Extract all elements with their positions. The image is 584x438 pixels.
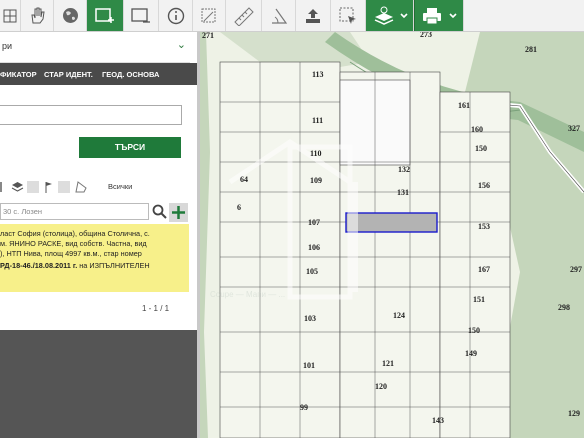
parcel-label: 64 <box>240 175 248 184</box>
grid-tool-button[interactable] <box>0 0 21 31</box>
window-icon <box>131 7 150 23</box>
parcel-label: 156 <box>478 181 490 190</box>
parcel-label: 297 <box>570 265 582 274</box>
measure-angle-icon <box>271 8 287 24</box>
panel-footer <box>0 330 197 438</box>
pagination: 1 - 1 / 1 <box>142 304 170 313</box>
search-tabs: ФИКАТОР СТАР ИДЕНТ. ГЕОД. ОСНОВА <box>0 63 197 85</box>
search-button[interactable]: ТЪРСИ <box>79 137 181 158</box>
parcel-label: 131 <box>397 188 409 197</box>
upload-tool-button[interactable] <box>296 0 331 31</box>
measure-area-tool-button[interactable] <box>193 0 226 31</box>
result-line-2: м. ЯНИНО РАСКЕ, вид собств. Частна, вид <box>0 239 147 248</box>
print-menu-button[interactable] <box>414 0 464 31</box>
parcel-label: 99 <box>300 403 308 412</box>
parcel-label: 273 <box>420 32 432 39</box>
parcel-label: 109 <box>310 176 322 185</box>
result-search-field[interactable]: 30 с. Лозен <box>0 203 149 220</box>
search-result-card[interactable]: ласт София (столица), община Столична, с… <box>0 224 189 292</box>
search-type-dropdown[interactable]: ри ⌄ <box>0 32 190 63</box>
polygon-filter-icon[interactable] <box>74 180 88 194</box>
parcel-label: 6 <box>237 203 241 212</box>
ruler-tool-button[interactable] <box>226 0 262 31</box>
parcel-label: 298 <box>558 303 570 312</box>
watermark-text: Coupe — Мапи — ... <box>210 290 285 299</box>
parcel-label: 149 <box>465 349 477 358</box>
result-order-number: РД-18-46./18.08.2011 г. <box>0 261 78 270</box>
parcel-label: 150 <box>468 326 480 335</box>
result-line-3: ), НТП Нива, площ 4997 кв.м., стар номер <box>0 249 142 258</box>
grid-icon <box>3 9 17 22</box>
measure-area-icon <box>201 8 216 22</box>
globe-tool-button[interactable] <box>54 0 87 31</box>
info-tool-button[interactable] <box>159 0 193 31</box>
hand-pan-icon <box>31 7 45 23</box>
parcel-label: 107 <box>308 218 320 227</box>
filter-square-icon[interactable] <box>27 181 39 193</box>
parcel-label: 129 <box>568 409 580 418</box>
result-order-line: РД-18-46./18.08.2011 г. на ИЗПЪЛНИТЕЛЕН <box>0 261 150 271</box>
parcel-label: 281 <box>525 45 537 54</box>
parcel-label: 120 <box>375 382 387 391</box>
info-icon <box>167 7 184 24</box>
select-icon <box>339 7 356 24</box>
map-canvas[interactable]: Coupe — Мапи — ... 271 273 281 113 161 3… <box>200 32 584 438</box>
upload-icon <box>306 8 320 23</box>
add-area-icon <box>95 7 114 23</box>
angle-tool-button[interactable] <box>262 0 296 31</box>
parcel-label: 327 <box>568 124 580 133</box>
filter-all-label[interactable]: Всички <box>108 182 132 191</box>
parcel-label: 167 <box>478 265 490 274</box>
search-panel: ри ⌄ ФИКАТОР СТАР ИДЕНТ. ГЕОД. ОСНОВА ТЪ… <box>0 32 197 438</box>
layers-filter-icon[interactable] <box>11 180 24 193</box>
parcel-label: 150 <box>475 144 487 153</box>
parcel-label: 106 <box>308 243 320 252</box>
parcel-label: 121 <box>382 359 394 368</box>
tab-geodetic-base[interactable]: ГЕОД. ОСНОВА <box>102 70 159 79</box>
parcel-label: 271 <box>202 32 214 40</box>
parcel-label: 101 <box>303 361 315 370</box>
parcel-label: 103 <box>304 314 316 323</box>
parcel-label: 151 <box>473 295 485 304</box>
parcel-label: 160 <box>471 125 483 134</box>
window-tool-button[interactable] <box>124 0 159 31</box>
filter-row: Всички <box>0 179 197 195</box>
search-input[interactable] <box>0 105 182 125</box>
layers-menu-button[interactable] <box>366 0 414 31</box>
filter-square-2-icon[interactable] <box>58 181 70 193</box>
search-icon[interactable] <box>152 204 167 219</box>
add-area-tool-button[interactable] <box>87 0 124 31</box>
flag-filter-icon[interactable] <box>43 180 55 194</box>
add-result-button[interactable] <box>169 203 188 222</box>
ruler-icon <box>233 6 254 26</box>
globe-icon <box>62 8 78 23</box>
result-order-rest: на ИЗПЪЛНИТЕЛЕН <box>77 261 150 270</box>
pan-tool-button[interactable] <box>21 0 54 31</box>
parcel-label: 143 <box>432 416 444 425</box>
parcel-label: 110 <box>310 149 322 158</box>
map-toolbar <box>0 0 584 32</box>
cadastral-map[interactable]: Coupe — Мапи — ... 271 273 281 113 161 3… <box>200 32 584 438</box>
parcel-label: 111 <box>312 116 323 125</box>
layers-icon <box>374 6 408 25</box>
result-line-1: ласт София (столица), община Столична, с… <box>0 229 150 238</box>
chevron-down-icon: ⌄ <box>176 39 186 51</box>
parcel-label: 161 <box>458 101 470 110</box>
tab-identifier[interactable]: ФИКАТОР <box>0 70 37 79</box>
parcel-label: 153 <box>478 222 490 231</box>
select-tool-button[interactable] <box>331 0 366 31</box>
parcel-label: 132 <box>398 165 410 174</box>
parcel-label: 105 <box>306 267 318 276</box>
tab-old-identifier[interactable]: СТАР ИДЕНТ. <box>44 70 93 79</box>
parcel-label: 124 <box>393 311 405 320</box>
filter-edge <box>0 182 2 192</box>
plus-icon <box>172 206 185 219</box>
print-icon <box>423 7 457 24</box>
selected-parcel[interactable] <box>345 212 438 233</box>
dropdown-label: ри <box>2 41 13 51</box>
parcel-label: 113 <box>312 70 324 79</box>
